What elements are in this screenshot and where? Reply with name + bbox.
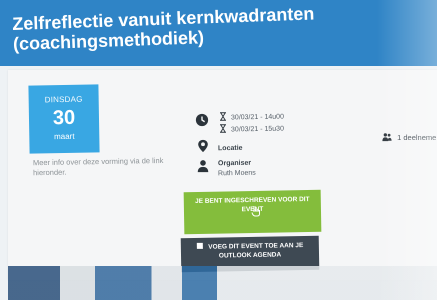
- event-date-badge: DINSDAG 30 maart: [28, 84, 100, 154]
- hourglass-icon: [219, 112, 227, 121]
- date-day-number: 30: [52, 106, 76, 130]
- content: Zelfreflectie vanuit kernkwadranten (coa…: [0, 0, 437, 300]
- organiser-name: Ruth Moens: [217, 169, 256, 178]
- more-info-text: Meer info over deze vorming via de link …: [32, 155, 164, 178]
- clock-icon: [195, 113, 209, 127]
- event-image: [8, 266, 437, 300]
- page-title: Zelfreflectie vanuit kernkwadranten (coa…: [12, 3, 315, 54]
- hand-pointer-icon: [251, 205, 261, 217]
- page-header: Zelfreflectie vanuit kernkwadranten (coa…: [0, 0, 437, 66]
- hourglass-icon: [219, 124, 227, 133]
- date-month: maart: [53, 131, 75, 142]
- participants-count: 1 deelneme: [382, 132, 436, 142]
- calendar-icon: [196, 242, 203, 249]
- event-end-time: 30/03/21 - 15u30: [230, 125, 284, 134]
- event-start-time: 30/03/21 - 14u00: [230, 113, 284, 122]
- screen: Zelfreflectie vanuit kernkwadranten (coa…: [0, 0, 437, 300]
- location-label: Locatie: [217, 144, 243, 153]
- add-to-outlook-label: VOEG DIT EVENT TOE AAN JE OUTLOOK AGENDA: [208, 242, 304, 260]
- date-day-name: DINSDAG: [44, 94, 83, 105]
- participants-text: 1 deelneme: [397, 133, 437, 142]
- user-icon: [196, 159, 210, 173]
- organiser-label: Organiser: [217, 159, 252, 168]
- map-pin-icon: [196, 139, 210, 153]
- users-icon: [382, 132, 392, 142]
